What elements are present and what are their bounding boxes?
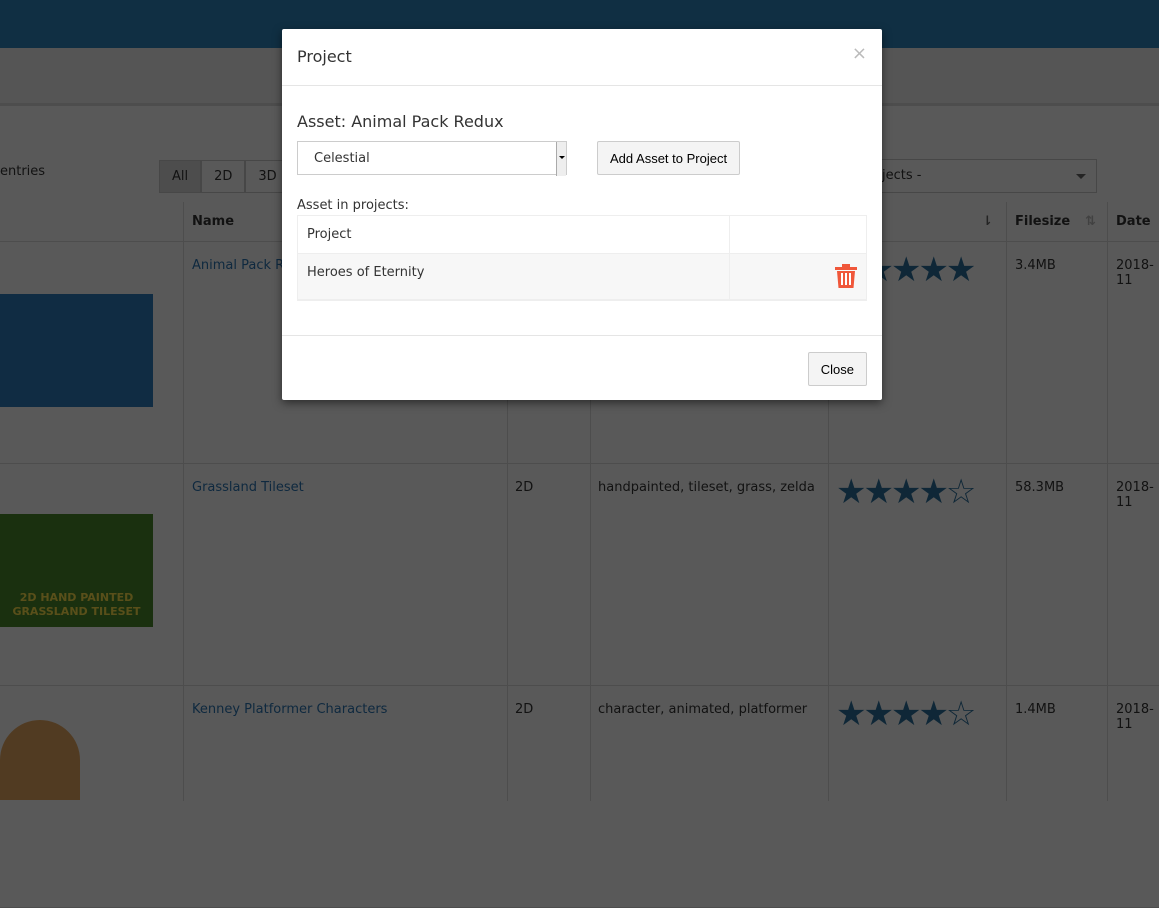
- project-modal: Project × Asset: Animal Pack Redux Celes…: [282, 29, 882, 400]
- project-row: Heroes of Eternity: [298, 254, 866, 300]
- project-select[interactable]: Celestial: [297, 141, 567, 176]
- asset-tags: character, animated, platformer: [598, 702, 808, 717]
- asset-link[interactable]: Grassland Tileset: [192, 480, 304, 495]
- date: 2018-11: [1116, 258, 1154, 288]
- add-asset-to-project-button[interactable]: Add Asset to Project: [597, 141, 741, 175]
- filesize: 58.3MB: [1015, 480, 1065, 495]
- trash-icon[interactable]: [835, 264, 857, 288]
- sort-desc-icon[interactable]: ⇂: [982, 214, 993, 229]
- asset-type: 2D: [515, 480, 534, 495]
- asset-link[interactable]: Animal Pack Re: [192, 258, 292, 273]
- filter-2d[interactable]: 2D: [201, 160, 246, 193]
- dropdown-arrow-icon[interactable]: [556, 142, 566, 176]
- sort-icon[interactable]: ⇅: [1085, 214, 1096, 229]
- modal-title: Project: [297, 47, 352, 66]
- asset-tags: handpainted, tileset, grass, zelda: [598, 480, 815, 495]
- close-button[interactable]: Close: [807, 352, 867, 386]
- filter-all[interactable]: All: [159, 160, 202, 193]
- col-filesize[interactable]: Filesize: [1015, 214, 1070, 229]
- type-filter-group: All 2D 3D: [159, 160, 290, 193]
- close-icon[interactable]: ×: [852, 43, 867, 64]
- caret-down-icon: [1076, 174, 1086, 184]
- table-row: 2D HAND PAINTED GRASSLAND TILESET Grassl…: [0, 464, 1159, 686]
- project-column-header: Project: [298, 216, 730, 253]
- asset-heading: Asset: Animal Pack Redux: [297, 112, 504, 131]
- col-date[interactable]: Date: [1116, 214, 1151, 229]
- filesize: 1.4MB: [1015, 702, 1056, 717]
- actions-column-header: [730, 216, 866, 253]
- project-name: Heroes of Eternity: [298, 254, 730, 299]
- filesize: 3.4MB: [1015, 258, 1056, 273]
- project-select-value: Celestial: [314, 151, 370, 166]
- table-row: Kenney Platformer Characters 2D characte…: [0, 686, 1159, 908]
- date: 2018-11: [1116, 480, 1154, 510]
- date: 2018-11: [1116, 702, 1154, 732]
- asset-thumbnail[interactable]: [0, 294, 153, 407]
- asset-thumbnail[interactable]: 2D HAND PAINTED GRASSLAND TILESET: [0, 514, 153, 627]
- asset-link[interactable]: Kenney Platformer Characters: [192, 702, 387, 717]
- projects-table: Project Heroes of Eternity: [297, 215, 867, 301]
- actions-cell: [730, 254, 866, 299]
- thumbnail-caption: 2D HAND PAINTED GRASSLAND TILESET: [12, 591, 141, 618]
- rating-stars: ★★★★☆: [836, 472, 976, 512]
- asset-in-projects-label: Asset in projects:: [297, 198, 409, 213]
- rating-stars: ★★★★☆: [836, 694, 976, 734]
- asset-type: 2D: [515, 702, 534, 717]
- asset-thumbnail[interactable]: [0, 720, 80, 800]
- col-name[interactable]: Name: [192, 214, 234, 229]
- entries-label: entries: [0, 164, 46, 179]
